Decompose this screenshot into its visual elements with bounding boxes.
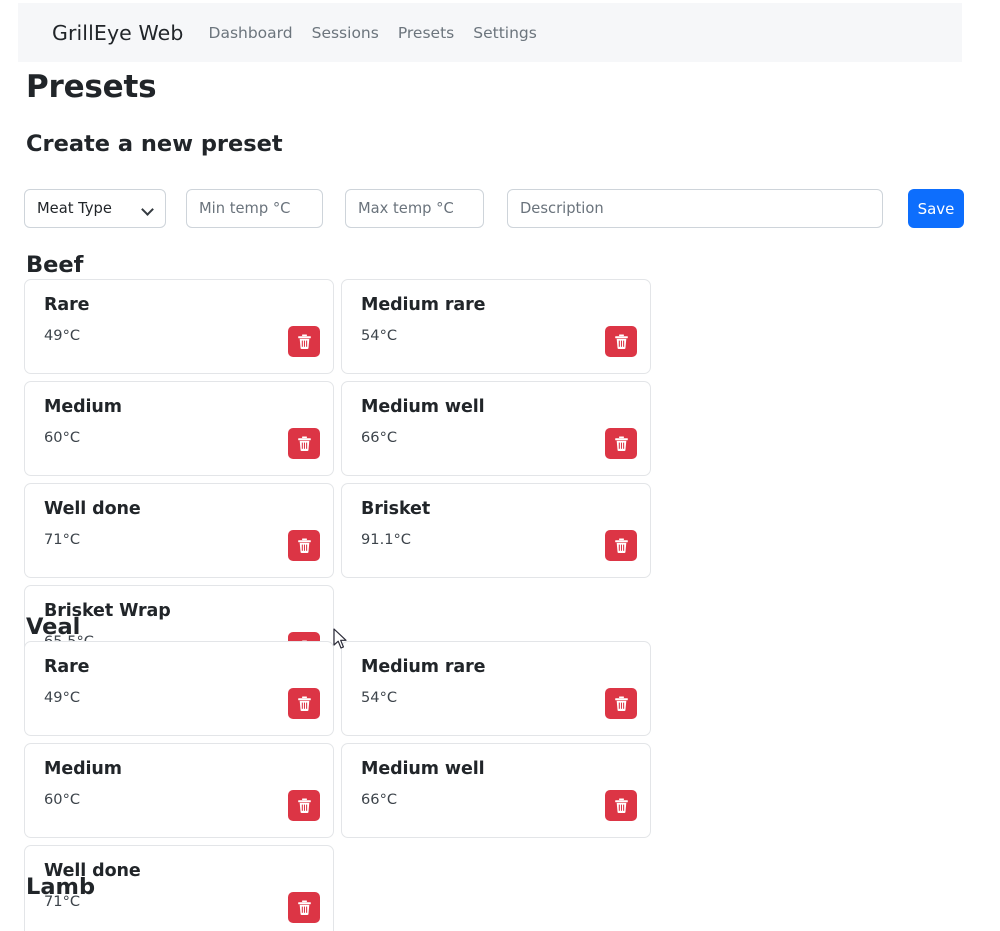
- preset-card: Medium 60°C: [24, 381, 334, 476]
- preset-name: Medium: [44, 397, 122, 417]
- nav-link-settings[interactable]: Settings: [473, 24, 537, 42]
- navbar: GrillEye Web Dashboard Sessions Presets …: [18, 3, 962, 62]
- meat-type-select[interactable]: Meat Type: [24, 189, 166, 228]
- delete-preset-button[interactable]: [288, 892, 320, 923]
- max-temp-input[interactable]: Max temp °C: [345, 189, 484, 228]
- description-input[interactable]: Description: [507, 189, 883, 228]
- delete-preset-button[interactable]: [288, 428, 320, 459]
- trash-icon: [614, 538, 628, 553]
- trash-icon: [614, 696, 628, 711]
- group-title-lamb: Lamb: [26, 874, 96, 900]
- preset-name: Well done: [44, 499, 141, 519]
- preset-card: Medium well 66°C: [341, 381, 651, 476]
- preset-name: Rare: [44, 657, 90, 677]
- preset-card: Rare 49°C: [24, 279, 334, 374]
- trash-icon: [297, 334, 311, 349]
- preset-temperature: 66°C: [361, 791, 398, 809]
- brand-title: GrillEye Web: [52, 20, 184, 45]
- preset-name: Medium well: [361, 759, 485, 779]
- preset-card: Medium 60°C: [24, 743, 334, 838]
- preset-grid-veal: Rare 49°C Medium rare 54°C Medium 60°C Medium …: [24, 641, 964, 931]
- delete-preset-button[interactable]: [288, 326, 320, 357]
- group-title-beef: Beef: [26, 252, 84, 278]
- preset-name: Medium rare: [361, 295, 486, 315]
- delete-preset-button[interactable]: [605, 790, 637, 821]
- nav-links: Dashboard Sessions Presets Settings: [209, 24, 537, 42]
- delete-preset-button[interactable]: [605, 428, 637, 459]
- preset-temperature: 49°C: [44, 689, 81, 707]
- min-temp-input[interactable]: Min temp °C: [186, 189, 323, 228]
- nav-link-presets[interactable]: Presets: [398, 24, 454, 42]
- preset-temperature: 60°C: [44, 429, 81, 447]
- delete-preset-button[interactable]: [605, 530, 637, 561]
- trash-icon: [297, 798, 311, 813]
- create-preset-form: Meat Type Min temp °C Max temp °C Descri…: [24, 189, 964, 228]
- trash-icon: [614, 798, 628, 813]
- preset-name: Medium: [44, 759, 122, 779]
- save-button[interactable]: Save: [908, 189, 964, 228]
- preset-temperature: 54°C: [361, 327, 398, 345]
- chevron-down-icon: [143, 205, 154, 212]
- preset-temperature: 60°C: [44, 791, 81, 809]
- preset-grid-beef: Rare 49°C Medium rare 54°C Medium 60°C Medium …: [24, 279, 964, 680]
- preset-card: Medium rare 54°C: [341, 641, 651, 736]
- trash-icon: [614, 334, 628, 349]
- preset-card: Well done 71°C: [24, 483, 334, 578]
- preset-name: Brisket: [361, 499, 431, 519]
- preset-temperature: 71°C: [44, 531, 81, 549]
- trash-icon: [297, 900, 311, 915]
- group-title-veal: Veal: [26, 614, 81, 640]
- preset-temperature: 91.1°C: [361, 531, 411, 549]
- preset-temperature: 49°C: [44, 327, 81, 345]
- delete-preset-button[interactable]: [288, 688, 320, 719]
- trash-icon: [297, 538, 311, 553]
- trash-icon: [297, 696, 311, 711]
- trash-icon: [614, 436, 628, 451]
- nav-link-sessions[interactable]: Sessions: [312, 24, 379, 42]
- preset-name: Medium well: [361, 397, 485, 417]
- nav-link-dashboard[interactable]: Dashboard: [209, 24, 293, 42]
- preset-card: Brisket 91.1°C: [341, 483, 651, 578]
- preset-name: Medium rare: [361, 657, 486, 677]
- page-title: Presets: [26, 69, 157, 105]
- create-preset-heading: Create a new preset: [26, 131, 283, 157]
- preset-temperature: 66°C: [361, 429, 398, 447]
- delete-preset-button[interactable]: [288, 790, 320, 821]
- presets-page: GrillEye Web Dashboard Sessions Presets …: [0, 0, 1000, 931]
- preset-name: Rare: [44, 295, 90, 315]
- preset-card: Medium rare 54°C: [341, 279, 651, 374]
- delete-preset-button[interactable]: [605, 688, 637, 719]
- preset-card: Rare 49°C: [24, 641, 334, 736]
- meat-type-select-label: Meat Type: [37, 200, 112, 217]
- trash-icon: [297, 436, 311, 451]
- delete-preset-button[interactable]: [288, 530, 320, 561]
- preset-name: Brisket Wrap: [44, 601, 171, 621]
- preset-card: Medium well 66°C: [341, 743, 651, 838]
- preset-temperature: 54°C: [361, 689, 398, 707]
- delete-preset-button[interactable]: [605, 326, 637, 357]
